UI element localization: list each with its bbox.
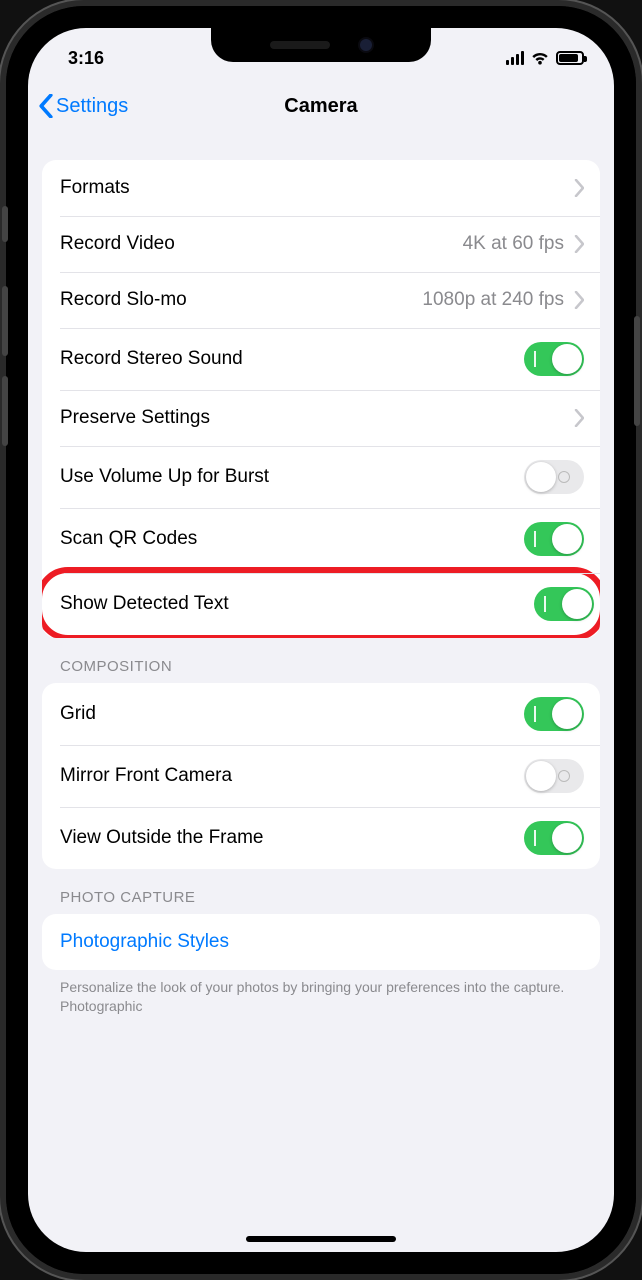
- chevron-right-icon: [574, 291, 584, 309]
- row-label: Use Volume Up for Burst: [60, 466, 269, 488]
- row-value: 1080p at 240 fps: [422, 289, 564, 311]
- row-label: Grid: [60, 703, 96, 725]
- cellular-signal-icon: [506, 51, 524, 65]
- row-value: 4K at 60 fps: [463, 233, 564, 255]
- section-header-composition: COMPOSITION: [42, 638, 600, 683]
- section-footer-photo-capture: Personalize the look of your photos by b…: [42, 970, 600, 1016]
- toggle-show-detected-text[interactable]: [534, 587, 594, 621]
- row-mirror-front: Mirror Front Camera: [42, 745, 600, 807]
- settings-group-photo-capture: Photographic Styles: [42, 914, 600, 970]
- row-record-video[interactable]: Record Video 4K at 60 fps: [42, 216, 600, 272]
- battery-icon: [556, 51, 584, 65]
- row-show-detected-text: Show Detected Text: [42, 567, 600, 638]
- toggle-record-stereo[interactable]: [524, 342, 584, 376]
- chevron-left-icon: [38, 94, 54, 118]
- row-view-outside-frame: View Outside the Frame: [42, 807, 600, 869]
- row-label: Record Video: [60, 233, 175, 255]
- back-button[interactable]: Settings: [38, 94, 128, 118]
- toggle-grid[interactable]: [524, 697, 584, 731]
- row-volume-burst: Use Volume Up for Burst: [42, 446, 600, 508]
- chevron-right-icon: [574, 409, 584, 427]
- chevron-right-icon: [574, 235, 584, 253]
- settings-group-composition: Grid Mirror Front Camera View Outside th…: [42, 683, 600, 869]
- row-label: View Outside the Frame: [60, 827, 263, 849]
- row-label: Mirror Front Camera: [60, 765, 232, 787]
- home-indicator[interactable]: [246, 1236, 396, 1242]
- wifi-icon: [530, 51, 550, 65]
- row-preserve-settings[interactable]: Preserve Settings: [42, 390, 600, 446]
- toggle-scan-qr[interactable]: [524, 522, 584, 556]
- toggle-volume-burst[interactable]: [524, 460, 584, 494]
- row-scan-qr: Scan QR Codes: [42, 508, 600, 570]
- row-label: Formats: [60, 177, 130, 199]
- row-label: Record Slo-mo: [60, 289, 187, 311]
- chevron-right-icon: [574, 179, 584, 197]
- status-time: 3:16: [68, 48, 104, 69]
- toggle-mirror-front[interactable]: [524, 759, 584, 793]
- row-grid: Grid: [42, 683, 600, 745]
- back-label: Settings: [56, 95, 128, 118]
- row-label: Record Stereo Sound: [60, 348, 243, 370]
- settings-content: Formats Record Video 4K at 60 fps Record…: [28, 134, 614, 1252]
- settings-group-main: Formats Record Video 4K at 60 fps Record…: [42, 160, 600, 638]
- toggle-view-outside-frame[interactable]: [524, 821, 584, 855]
- row-photographic-styles[interactable]: Photographic Styles: [42, 914, 600, 970]
- section-header-photo-capture: PHOTO CAPTURE: [42, 869, 600, 914]
- row-label: Show Detected Text: [60, 593, 229, 615]
- row-record-slomo[interactable]: Record Slo-mo 1080p at 240 fps: [42, 272, 600, 328]
- navigation-bar: Settings Camera: [28, 78, 614, 134]
- row-label: Preserve Settings: [60, 407, 210, 429]
- device-notch: [211, 28, 431, 62]
- row-label: Photographic Styles: [60, 931, 229, 953]
- row-formats[interactable]: Formats: [42, 160, 600, 216]
- row-label: Scan QR Codes: [60, 528, 197, 550]
- row-record-stereo: Record Stereo Sound: [42, 328, 600, 390]
